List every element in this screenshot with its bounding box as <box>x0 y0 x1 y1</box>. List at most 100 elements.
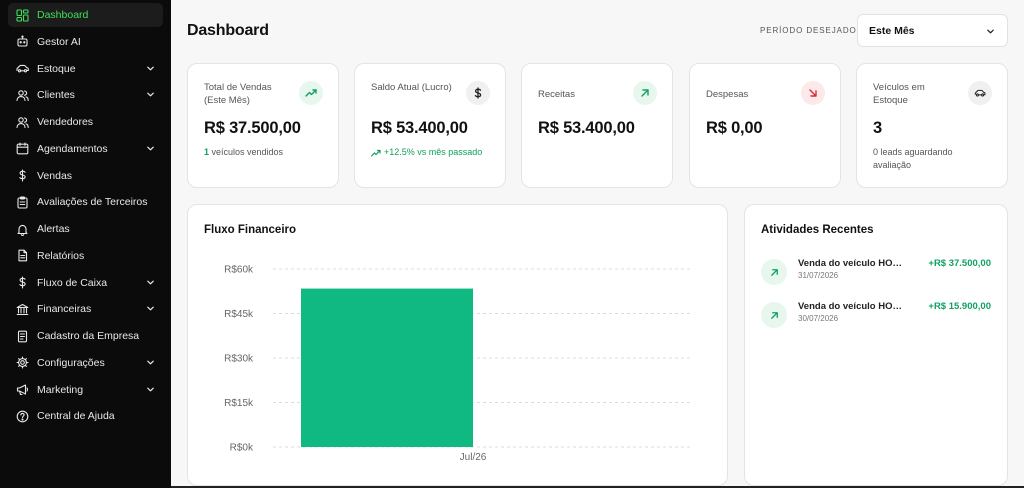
y-tick-label: R$15k <box>224 398 254 409</box>
megaphone-icon <box>16 383 29 396</box>
activity-item[interactable]: Venda do veículo HONDA 31/07/2026 +R$ 37.5… <box>761 257 991 287</box>
card-total-sales: Total de Vendas (Este Mês) R$ 37.500,00 … <box>187 63 339 188</box>
dollar-icon <box>16 276 29 289</box>
users-icon <box>16 89 29 102</box>
card-value: R$ 53.400,00 <box>538 119 635 137</box>
calendar-icon <box>16 142 29 155</box>
sold-text: veículos vendidos <box>209 147 284 157</box>
sidebar-item-gestor-ai[interactable]: Gestor AI <box>8 30 163 54</box>
car-icon <box>16 62 29 75</box>
sidebar-item-avalia-es-de-terceiros[interactable]: Avaliações de Terceiros <box>8 190 163 214</box>
clipboard-icon <box>16 196 29 209</box>
sidebar-item-vendas[interactable]: Vendas <box>8 164 163 188</box>
y-tick-label: R$60k <box>224 265 254 276</box>
sidebar-item-alertas[interactable]: Alertas <box>8 217 163 241</box>
sidebar-item-label: Configurações <box>37 356 105 369</box>
card-subtext: 0 leads aguardando avaliação <box>873 147 953 170</box>
sidebar-item-fluxo-de-caixa[interactable]: Fluxo de Caixa <box>8 271 163 295</box>
sidebar-item-label: Agendamentos <box>37 142 108 155</box>
sidebar-item-label: Gestor AI <box>37 35 81 48</box>
activity-amount: +R$ 15.900,00 <box>928 301 991 312</box>
card-value: R$ 0,00 <box>706 119 763 137</box>
activity-title: Venda do veículo HONDA <box>798 258 908 269</box>
card-label: Total de Vendas (Este Mês) <box>204 82 272 106</box>
cash-flow-chart: R$0k R$15k R$30k R$45k R$60k Jul/26 <box>224 265 693 463</box>
chevron-down-icon <box>147 146 154 151</box>
robot-icon <box>16 35 29 48</box>
y-tick-label: R$30k <box>224 354 254 365</box>
chevron-down-icon <box>147 360 154 365</box>
sidebar-item-label: Avaliações de Terceiros <box>37 196 148 209</box>
gear-icon <box>16 356 29 369</box>
card-trend: +12.5% vs mês passado <box>371 146 496 159</box>
sidebar-item-label: Financeiras <box>37 303 92 316</box>
trending-up-icon <box>371 149 381 157</box>
page-title: Dashboard <box>187 22 269 39</box>
main-content: Dashboard PERÍODO DESEJADO: Este Mês Tot… <box>171 0 1024 488</box>
bell-icon <box>16 223 29 236</box>
activity-item[interactable]: Venda do veículo HONDA 30/07/2026 +R$ 15.9… <box>761 300 991 330</box>
recent-activities-panel: Atividades Recentes Venda do veículo HON… <box>744 204 1008 486</box>
chevron-down-icon <box>147 92 154 97</box>
chevron-down-icon <box>987 29 994 34</box>
x-tick-label: Jul/26 <box>460 452 487 463</box>
sidebar-item-estoque[interactable]: Estoque <box>8 57 163 81</box>
arrow-up-right-icon <box>761 302 787 328</box>
card-label: Despesas <box>706 89 749 100</box>
card-revenue: Receitas R$ 53.400,00 <box>521 63 673 188</box>
sidebar-item-central-de-ajuda[interactable]: Central de Ajuda <box>8 404 163 428</box>
sidebar-item-label: Dashboard <box>37 9 89 21</box>
sidebar-item-cadastro-da-empresa[interactable]: Cadastro da Empresa <box>8 324 163 348</box>
bar[interactable] <box>301 288 473 447</box>
user-group-icon <box>16 116 29 129</box>
activity-title: Venda do veículo HONDA <box>798 301 908 312</box>
activity-date: 30/07/2026 <box>798 314 839 323</box>
activity-date: 31/07/2026 <box>798 271 839 280</box>
card-value: R$ 37.500,00 <box>204 119 301 137</box>
sidebar-item-dashboard[interactable]: Dashboard <box>8 3 163 27</box>
sidebar-item-vendedores[interactable]: Vendedores <box>8 110 163 134</box>
period-select[interactable]: Este Mês <box>857 14 1008 47</box>
sidebar-item-relat-rios[interactable]: Relatórios <box>8 244 163 268</box>
chevron-down-icon <box>147 280 154 284</box>
activity-amount: +R$ 37.500,00 <box>928 258 991 269</box>
sidebar-item-marketing[interactable]: Marketing <box>8 378 163 402</box>
period-label: PERÍODO DESEJADO: <box>760 26 860 35</box>
card-subtext: 1 veículos vendidos <box>204 146 329 159</box>
card-label: Veículos em Estoque <box>873 82 925 106</box>
dashboard-icon <box>16 8 29 22</box>
period-select-value: Este Mês <box>869 24 915 37</box>
dollar-icon <box>466 81 490 105</box>
card-value: R$ 53.400,00 <box>371 119 468 137</box>
chevron-down-icon <box>147 387 154 391</box>
sidebar-item-label: Clientes <box>37 89 75 102</box>
help-icon <box>16 410 29 423</box>
sidebar-item-label: Fluxo de Caixa <box>37 276 108 289</box>
sidebar-item-financeiras[interactable]: Financeiras <box>8 297 163 321</box>
car-icon <box>968 81 992 105</box>
sidebar-item-label: Central de Ajuda <box>37 410 115 423</box>
card-vehicles: Veículos em Estoque 3 0 leads aguardando… <box>856 63 1008 188</box>
sidebar-item-label: Vendedores <box>37 116 94 128</box>
dollar-icon <box>16 169 29 182</box>
y-tick-label: R$45k <box>224 309 254 320</box>
card-balance: Saldo Atual (Lucro) R$ 53.400,00 +12.5% … <box>354 63 506 188</box>
card-label: Receitas <box>538 89 575 100</box>
sidebar-item-agendamentos[interactable]: Agendamentos <box>8 137 163 161</box>
chevron-down-icon <box>147 306 154 311</box>
sidebar-item-configura-es[interactable]: Configurações <box>8 351 163 375</box>
sidebar-item-clientes[interactable]: Clientes <box>8 83 163 107</box>
sidebar-item-label: Vendas <box>37 169 73 182</box>
arrow-up-right-icon <box>633 81 657 105</box>
sidebar-item-label: Alertas <box>37 223 70 235</box>
sidebar-item-label: Marketing <box>37 383 84 396</box>
cash-flow-panel: Fluxo Financeiro R$0k R$15k R$30k R$45k R$60… <box>187 204 728 486</box>
card-expenses: Despesas R$ 0,00 <box>689 63 841 188</box>
arrow-down-right-icon <box>801 81 825 105</box>
y-tick-label: R$0k <box>230 443 254 454</box>
arrow-up-right-icon <box>761 259 787 285</box>
sidebar-item-label: Cadastro da Empresa <box>37 330 140 342</box>
sidebar-item-label: Estoque <box>37 62 76 75</box>
bank-icon <box>16 303 29 316</box>
card-label: Saldo Atual (Lucro) <box>371 82 452 93</box>
